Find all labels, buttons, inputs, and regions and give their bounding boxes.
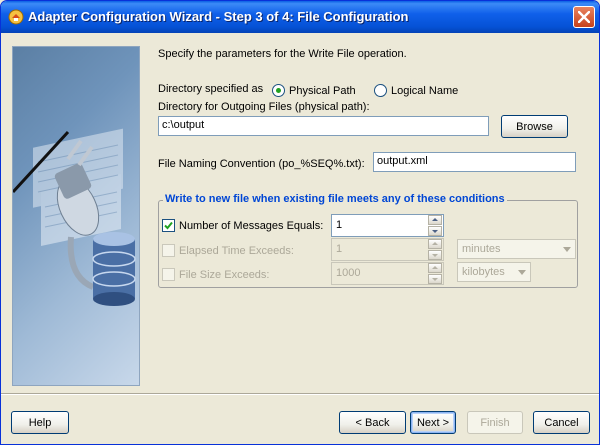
messages-value[interactable]: 1 [336, 219, 342, 231]
spin-up-icon[interactable] [428, 263, 442, 273]
filesize-label[interactable]: File Size Exceeds: [179, 269, 269, 281]
conditions-group-title: Write to new file when existing file mee… [163, 193, 507, 205]
messages-label[interactable]: Number of Messages Equals: [179, 220, 323, 232]
close-icon [578, 11, 590, 23]
filesize-unit-value: kilobytes [462, 266, 505, 278]
wizard-window: Adapter Configuration Wizard - Step 3 of… [0, 0, 600, 445]
elapsed-spinner[interactable]: 1 [331, 238, 444, 261]
elapsed-label[interactable]: Elapsed Time Exceeds: [179, 245, 294, 257]
elapsed-value[interactable]: 1 [336, 243, 342, 255]
footer-separator [1, 393, 599, 395]
intro-text: Specify the parameters for the Write Fil… [158, 48, 407, 60]
finish-button[interactable]: Finish [467, 411, 523, 434]
chevron-down-icon [563, 247, 571, 252]
radio-logical-name[interactable] [374, 84, 387, 97]
elapsed-checkbox[interactable] [162, 244, 175, 257]
spin-down-icon[interactable] [428, 250, 442, 260]
spin-up-icon[interactable] [428, 215, 442, 225]
messages-spinner[interactable]: 1 [331, 214, 444, 237]
filesize-checkbox[interactable] [162, 268, 175, 281]
adapter-plug-icon [13, 128, 136, 306]
cancel-button[interactable]: Cancel [533, 411, 590, 434]
spin-up-icon[interactable] [428, 239, 442, 249]
wizard-app-icon [8, 9, 24, 25]
spin-down-icon[interactable] [428, 274, 442, 284]
close-button[interactable] [573, 6, 595, 28]
radio-physical-path[interactable] [272, 84, 285, 97]
back-button[interactable]: < Back [339, 411, 406, 434]
directory-specified-label: Directory specified as [158, 83, 264, 95]
elapsed-unit-select[interactable]: minutes [457, 239, 576, 259]
wizard-illustration [12, 46, 140, 386]
outgoing-dir-label: Directory for Outgoing Files (physical p… [158, 101, 370, 113]
window-title: Adapter Configuration Wizard - Step 3 of… [28, 9, 409, 24]
title-bar[interactable]: Adapter Configuration Wizard - Step 3 of… [1, 1, 599, 33]
check-icon [164, 221, 173, 230]
messages-checkbox[interactable] [162, 219, 175, 232]
filesize-spinner[interactable]: 1000 [331, 262, 444, 285]
outgoing-dir-input[interactable]: c:\output [158, 116, 489, 136]
next-button[interactable]: Next > [410, 411, 456, 434]
spin-down-icon[interactable] [428, 226, 442, 236]
filesize-unit-select[interactable]: kilobytes [457, 262, 531, 282]
filesize-value[interactable]: 1000 [336, 267, 360, 279]
naming-convention-label: File Naming Convention (po_%SEQ%.txt): [158, 158, 365, 170]
chevron-down-icon [518, 270, 526, 275]
browse-button[interactable]: Browse [501, 115, 568, 138]
help-button[interactable]: Help [11, 411, 69, 434]
radio-logical-name-label[interactable]: Logical Name [391, 85, 458, 97]
elapsed-unit-value: minutes [462, 243, 501, 255]
radio-physical-path-label[interactable]: Physical Path [289, 85, 356, 97]
naming-convention-input[interactable]: output.xml [373, 152, 576, 172]
